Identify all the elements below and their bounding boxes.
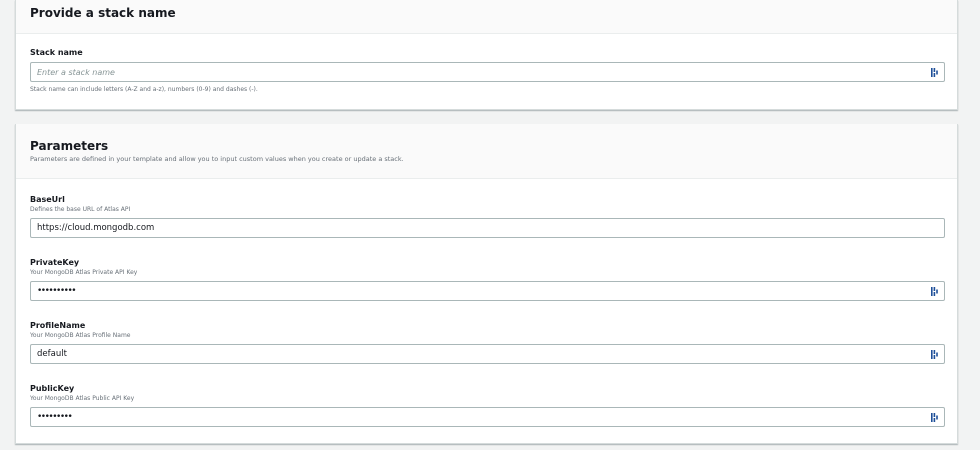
password-manager-key-icon[interactable] [930,412,939,423]
parameters-panel-title: Parameters [30,139,109,153]
password-manager-key-icon[interactable] [930,349,939,360]
parameters-panel: Parameters Parameters are defined in you… [15,124,958,444]
stack-name-panel-header: Provide a stack name [16,0,957,34]
param-label: PrivateKey [30,258,80,267]
param-description: Your MongoDB Atlas Public API Key [30,395,135,402]
stack-name-input[interactable]: Enter a stack name [30,62,945,82]
param-description: Your MongoDB Atlas Profile Name [30,332,131,339]
param-privatekey: PrivateKey Your MongoDB Atlas Private AP… [30,257,945,320]
param-label: BaseUrl [30,195,65,204]
parameters-panel-header: Parameters Parameters are defined in you… [16,124,957,179]
param-profilename: ProfileName Your MongoDB Atlas Profile N… [30,320,945,383]
profilename-input[interactable]: default [30,344,945,364]
publickey-input[interactable]: ••••••••• [30,407,945,427]
stack-name-placeholder: Enter a stack name [37,67,115,77]
privatekey-masked-value: •••••••••• [37,286,77,296]
stack-name-panel-title: Provide a stack name [30,6,176,20]
stack-name-hint: Stack name can include letters (A-Z and … [30,86,258,93]
privatekey-input[interactable]: •••••••••• [30,281,945,301]
param-description: Your MongoDB Atlas Private API Key [30,269,138,276]
param-label: PublicKey [30,384,75,393]
parameters-panel-description: Parameters are defined in your template … [30,155,404,163]
stack-name-label: Stack name [30,48,83,57]
password-manager-key-icon[interactable] [930,67,939,78]
baseurl-value: https://cloud.mongodb.com [37,223,155,233]
baseurl-input[interactable]: https://cloud.mongodb.com [30,218,945,238]
publickey-masked-value: ••••••••• [37,412,73,422]
param-label: ProfileName [30,321,86,330]
stack-name-panel: Provide a stack name Stack name Enter a … [15,0,958,110]
param-publickey: PublicKey Your MongoDB Atlas Public API … [30,383,945,446]
param-baseurl: BaseUrl Defines the base URL of Atlas AP… [30,194,945,257]
param-description: Defines the base URL of Atlas API [30,206,131,213]
password-manager-key-icon[interactable] [930,286,939,297]
profilename-value: default [37,349,67,359]
